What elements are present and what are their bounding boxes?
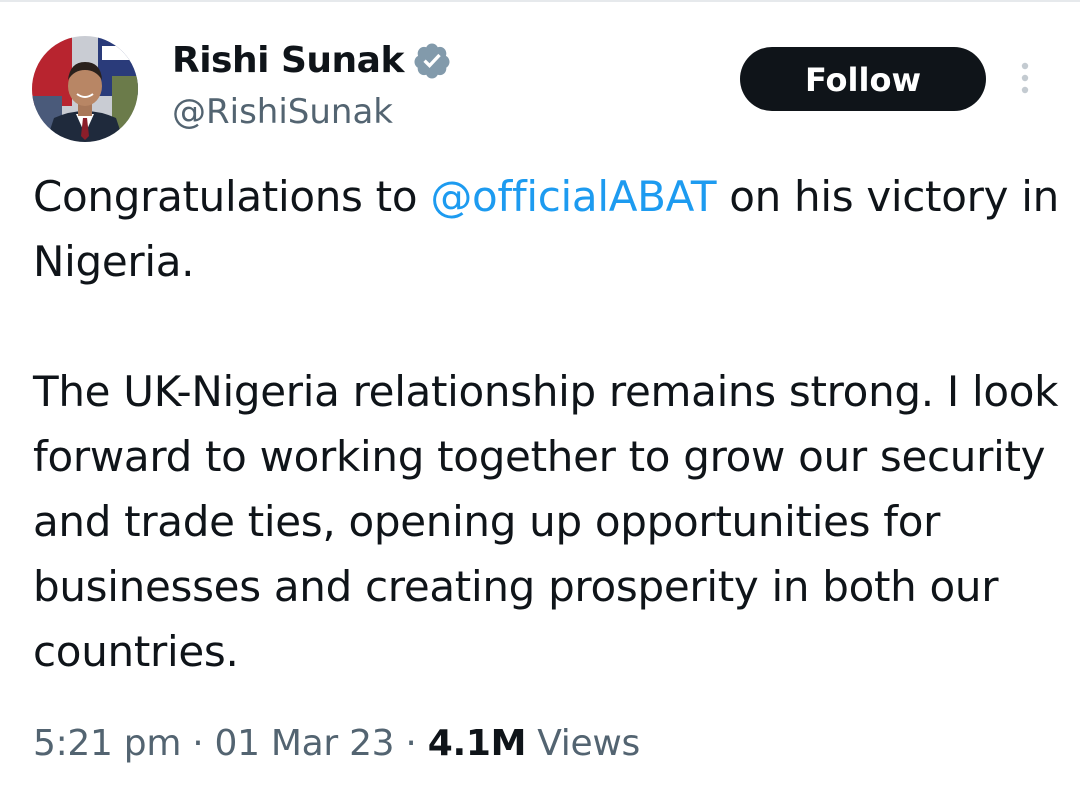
tweet-time[interactable]: 5:21 pm bbox=[33, 723, 181, 764]
follow-button[interactable]: Follow bbox=[740, 47, 986, 111]
views-count: 4.1M bbox=[427, 723, 527, 764]
views-label: Views bbox=[526, 723, 640, 764]
avatar-image bbox=[32, 36, 138, 142]
tweet-text: Congratulations to @officialABAT on his … bbox=[33, 164, 1063, 684]
author-name[interactable]: Rishi Sunak bbox=[172, 38, 404, 84]
avatar[interactable] bbox=[32, 36, 138, 142]
tweet-paragraph-1: Congratulations to @officialABAT on his … bbox=[33, 164, 1063, 294]
verified-badge-icon bbox=[412, 41, 452, 81]
top-divider bbox=[0, 0, 1080, 2]
author-name-row[interactable]: Rishi Sunak bbox=[172, 38, 452, 84]
mention-link[interactable]: @officialABAT bbox=[430, 172, 716, 221]
meta-separator: · bbox=[181, 723, 215, 764]
meta-separator: · bbox=[394, 723, 428, 764]
tweet-text-intro: Congratulations to bbox=[33, 172, 431, 221]
author-handle[interactable]: @RishiSunak bbox=[172, 90, 393, 134]
more-vertical-icon[interactable] bbox=[1014, 60, 1036, 100]
tweet-paragraph-2: The UK-Nigeria relationship remains stro… bbox=[33, 367, 1059, 676]
tweet-date[interactable]: 01 Mar 23 bbox=[215, 723, 395, 764]
tweet-meta: 5:21 pm · 01 Mar 23 · 4.1M Views bbox=[33, 716, 640, 772]
